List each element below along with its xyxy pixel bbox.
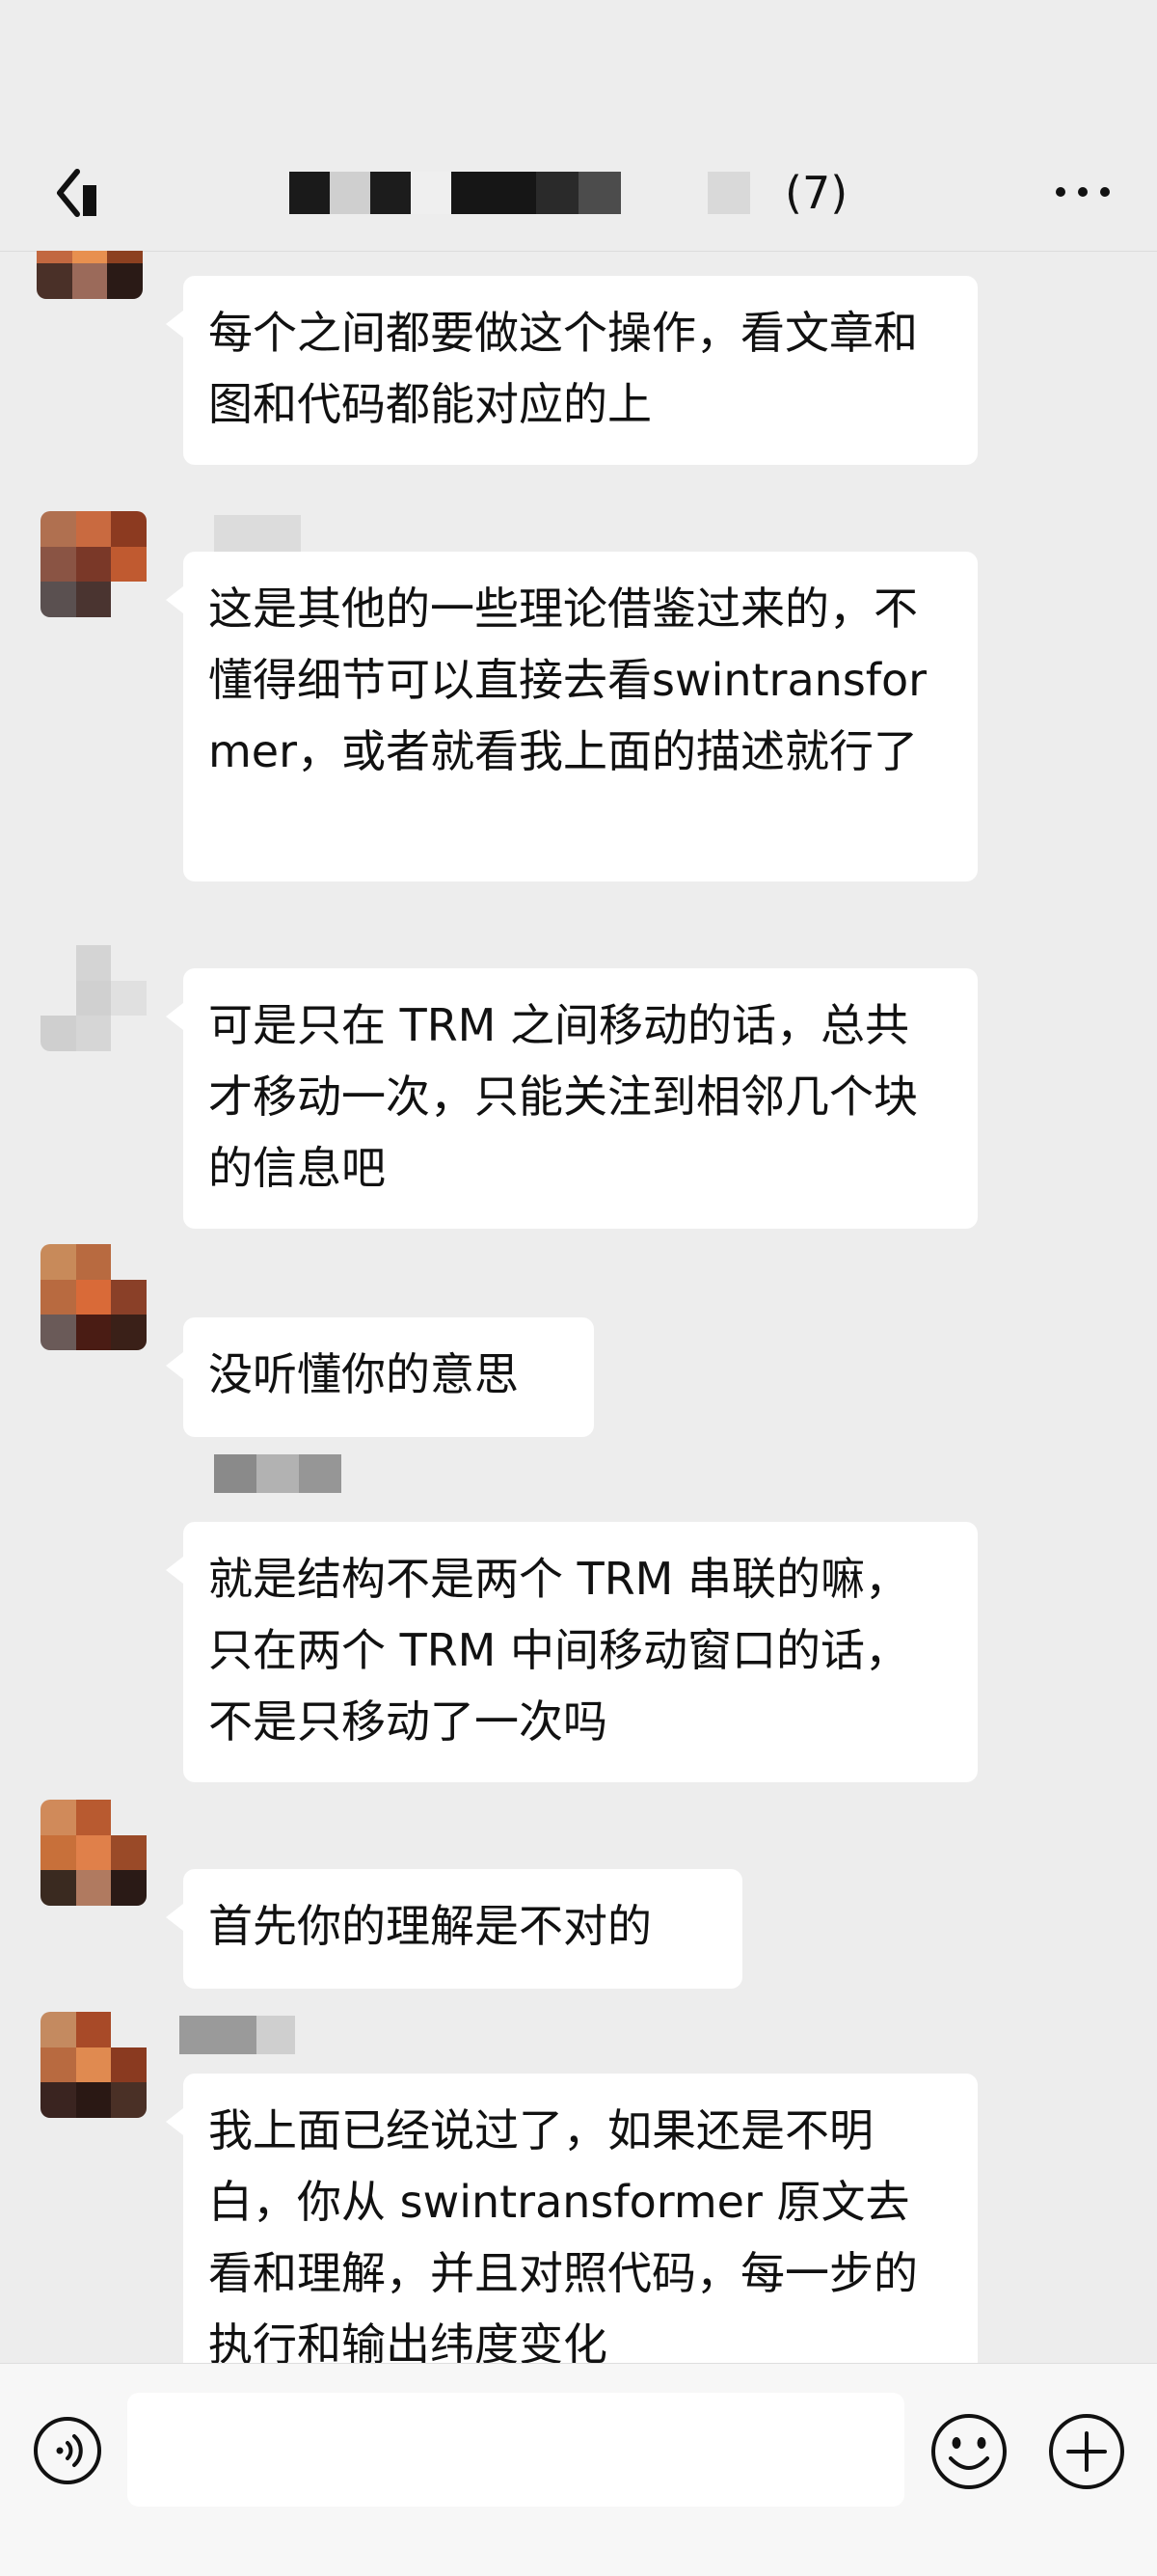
status-bar bbox=[0, 0, 1157, 135]
avatar[interactable] bbox=[40, 1244, 147, 1350]
avatar[interactable] bbox=[40, 511, 147, 617]
avatar[interactable] bbox=[40, 945, 147, 1051]
member-count: (7) bbox=[785, 167, 848, 219]
more-button[interactable] bbox=[1049, 168, 1117, 216]
message-bubble[interactable]: 这是其他的一些理论借鉴过来的，不懂得细节可以直接去看swintransforme… bbox=[166, 552, 978, 881]
sender-name bbox=[179, 2016, 295, 2054]
plus-button[interactable] bbox=[1047, 2412, 1126, 2491]
message-bubble[interactable]: 首先你的理解是不对的 bbox=[166, 1869, 742, 1989]
more-horizontal-icon bbox=[1056, 187, 1110, 197]
sender-name bbox=[214, 515, 301, 554]
message-bubble[interactable]: 可是只在 TRM 之间移动的话，总共才移动一次，只能关注到相邻几个块的信息吧 bbox=[166, 968, 978, 1229]
back-button[interactable] bbox=[39, 154, 116, 231]
chat-title: (7) bbox=[289, 164, 848, 222]
message-bubble[interactable]: 没听懂你的意思 bbox=[166, 1317, 594, 1437]
message-bubble[interactable]: 就是结构不是两个 TRM 串联的嘛，只在两个 TRM 中间移动窗口的话，不是只移… bbox=[166, 1522, 978, 1782]
message-text: 没听懂你的意思 bbox=[208, 1348, 519, 1400]
message-text: 这是其他的一些理论借鉴过来的，不懂得细节可以直接去看swintransforme… bbox=[208, 583, 928, 777]
sender-name bbox=[214, 1454, 341, 1493]
voice-button[interactable] bbox=[31, 2414, 104, 2487]
emoji-icon bbox=[931, 2414, 1007, 2489]
chat-header: (7) bbox=[0, 135, 1157, 252]
message-input[interactable] bbox=[127, 2393, 904, 2507]
message-list[interactable]: 每个之间都要做这个操作，看文章和图和代码都能对应的上 这是其他的一些理论借鉴过来… bbox=[0, 251, 1157, 2363]
message-text: 每个之间都要做这个操作，看文章和图和代码都能对应的上 bbox=[208, 307, 918, 430]
message-text: 我上面已经说过了，如果还是不明白，你从 swintransformer 原文去看… bbox=[208, 2104, 918, 2363]
avatar[interactable] bbox=[40, 1800, 147, 1906]
message-text: 就是结构不是两个 TRM 串联的嘛，只在两个 TRM 中间移动窗口的话，不是只移… bbox=[208, 1553, 909, 1748]
message-text: 可是只在 TRM 之间移动的话，总共才移动一次，只能关注到相邻几个块的信息吧 bbox=[208, 999, 918, 1194]
input-bar bbox=[0, 2363, 1157, 2576]
avatar[interactable] bbox=[40, 2012, 147, 2118]
plus-icon bbox=[1049, 2414, 1124, 2489]
message-text: 首先你的理解是不对的 bbox=[208, 1900, 652, 1952]
chevron-left-icon bbox=[57, 169, 96, 217]
title-name-redacted bbox=[289, 172, 750, 214]
voice-icon bbox=[34, 2417, 101, 2484]
emoji-button[interactable] bbox=[929, 2412, 1009, 2491]
message-bubble[interactable]: 我上面已经说过了，如果还是不明白，你从 swintransformer 原文去看… bbox=[166, 2074, 978, 2363]
message-bubble[interactable]: 每个之间都要做这个操作，看文章和图和代码都能对应的上 bbox=[166, 276, 978, 465]
avatar[interactable] bbox=[37, 251, 143, 299]
